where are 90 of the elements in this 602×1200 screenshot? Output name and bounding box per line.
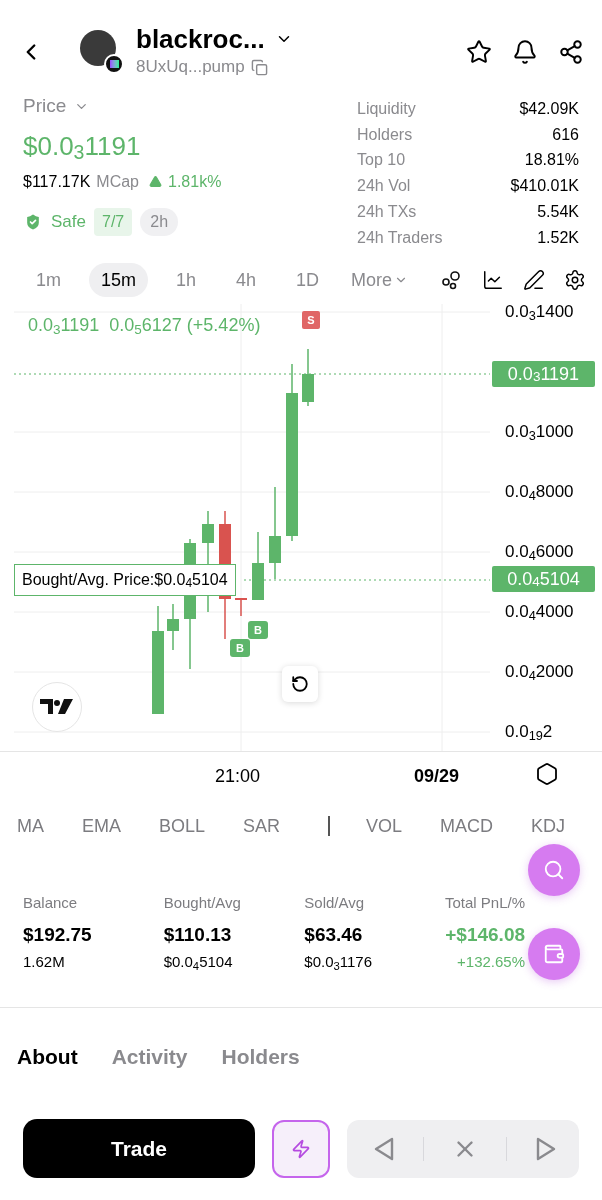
quick-trade-button[interactable] bbox=[272, 1119, 330, 1178]
lightning-icon bbox=[291, 1138, 311, 1159]
star-icon[interactable] bbox=[466, 39, 492, 65]
checks-badge: 7/7 bbox=[94, 207, 133, 236]
indicator-tab[interactable]: EMA bbox=[82, 812, 121, 840]
date-axis-label: 09/29 bbox=[414, 765, 460, 788]
pnl-value: +$146.08 bbox=[445, 922, 525, 947]
more-button[interactable]: More bbox=[351, 266, 409, 294]
buy-marker: B bbox=[230, 639, 250, 657]
price-axis-label: 0.0$_{4}$2000 bbox=[505, 662, 574, 682]
timeframe-tab[interactable]: 1m bbox=[24, 263, 73, 297]
sell-marker: S bbox=[302, 311, 320, 329]
indicator-tab[interactable]: SAR bbox=[243, 812, 281, 840]
section-tab[interactable]: About bbox=[17, 1041, 78, 1073]
market-cap-value: $117.17K bbox=[23, 171, 91, 192]
bell-icon[interactable] bbox=[512, 39, 538, 65]
stat-label: 24h TXs bbox=[357, 202, 417, 223]
current-price-tag: 0.0$_{3}$1191 bbox=[492, 361, 595, 387]
stat-label: 24h Traders bbox=[357, 227, 443, 248]
buy-marker: B bbox=[248, 621, 268, 639]
price-axis-label: 0.0$_{19}$2 bbox=[505, 722, 553, 742]
stat-label: 24h Vol bbox=[357, 176, 411, 197]
section-tab[interactable]: Activity bbox=[111, 1041, 188, 1073]
copy-icon[interactable] bbox=[250, 58, 268, 76]
stat-value: 5.54K bbox=[537, 202, 579, 223]
stat-label: Liquidity bbox=[357, 98, 416, 119]
age-badge: 2h bbox=[140, 207, 179, 236]
position-sub-value: 1.62M bbox=[23, 952, 66, 972]
price-axis-label: 0.0$_{3}$1400 bbox=[505, 302, 574, 322]
stat-value: 616 bbox=[552, 124, 579, 145]
wallet-icon bbox=[543, 943, 565, 965]
position-value: $192.75 bbox=[23, 922, 93, 947]
line-chart-icon[interactable] bbox=[482, 269, 504, 291]
stat-value: 1.52K bbox=[537, 227, 579, 248]
search-icon bbox=[543, 859, 565, 881]
stat-value: $42.09K bbox=[519, 98, 579, 119]
position-sub-value: $0.0$_{3}$1176 bbox=[304, 952, 374, 974]
search-list-fab[interactable] bbox=[528, 844, 580, 896]
timeframe-tab[interactable]: 1h bbox=[164, 263, 209, 297]
section-tab[interactable]: Holders bbox=[221, 1041, 300, 1073]
price-axis-label: 0.0$_{3}$1000 bbox=[505, 422, 574, 442]
pnl-percent: +132.65% bbox=[457, 952, 525, 972]
reset-icon bbox=[291, 675, 309, 693]
reset-button[interactable] bbox=[282, 666, 318, 702]
token-avatar bbox=[80, 30, 116, 66]
wallet-fab[interactable] bbox=[528, 928, 580, 980]
timeframe-tab[interactable]: 4h bbox=[224, 263, 269, 297]
price-axis-label: 0.0$_{4}$4000 bbox=[505, 602, 574, 622]
indicator-tab[interactable]: MA bbox=[17, 812, 44, 840]
stat-label: Holders bbox=[357, 124, 413, 145]
safety-label: Safe bbox=[51, 210, 86, 233]
token-name[interactable]: blackroc... bbox=[136, 24, 265, 55]
stat-value: 18.81% bbox=[524, 150, 579, 171]
bought-price-label: Bought/Avg. Price:$0.0$_{4}$5104 bbox=[14, 564, 236, 596]
stat-label: Top 10 bbox=[357, 150, 406, 171]
timeframe-tab[interactable]: 1D bbox=[284, 263, 332, 297]
pen-icon[interactable] bbox=[523, 269, 545, 291]
legend-price: 0.0$_{3}$1191 bbox=[28, 314, 100, 339]
share-icon[interactable] bbox=[558, 39, 584, 65]
time-axis-label: 21:00 bbox=[215, 765, 261, 788]
stat-value: $410.01K bbox=[510, 176, 579, 197]
next-icon[interactable] bbox=[535, 1135, 557, 1162]
timeframe-tab[interactable]: 15m bbox=[89, 263, 149, 297]
position-value: $110.13 bbox=[163, 922, 233, 947]
bought-price-tag: 0.0$_{4}$5104 bbox=[492, 566, 595, 592]
market-cap-label: MCap bbox=[96, 171, 139, 192]
price-axis-label: 0.0$_{4}$8000 bbox=[505, 482, 574, 502]
pnl-label: Total PnL/% bbox=[444, 893, 525, 913]
trade-button[interactable]: Trade bbox=[23, 1119, 255, 1178]
indicator-tab[interactable]: KDJ bbox=[531, 812, 566, 840]
price-label[interactable]: Price bbox=[23, 92, 67, 121]
previous-icon[interactable] bbox=[373, 1135, 395, 1162]
position-label: Sold/Avg bbox=[304, 893, 366, 913]
price-change: 1.81k% bbox=[168, 171, 222, 192]
candlestick bbox=[235, 598, 247, 617]
price-axis-label: 0.0$_{4}$6000 bbox=[505, 542, 574, 562]
indicator-tab[interactable]: BOLL bbox=[159, 812, 206, 840]
up-triangle-icon bbox=[149, 175, 162, 188]
position-sub-value: $0.0$_{4}$5104 bbox=[163, 952, 234, 974]
indicator-tab[interactable]: VOL bbox=[366, 812, 403, 840]
candlestick bbox=[167, 603, 179, 651]
chain-badge-icon bbox=[104, 54, 124, 74]
position-label: Bought/Avg bbox=[163, 893, 242, 913]
price-value: $0.0$_{3}$1191 bbox=[23, 129, 142, 166]
indicators-icon[interactable] bbox=[441, 269, 463, 291]
token-address: 8UxUq...pump bbox=[136, 56, 245, 79]
position-label: Balance bbox=[23, 893, 79, 913]
legend-change: 0.0$_{5}$6127 (+5.42%) bbox=[109, 314, 261, 339]
indicator-tab[interactable]: MACD bbox=[440, 812, 494, 840]
position-value: $63.46 bbox=[304, 922, 364, 947]
